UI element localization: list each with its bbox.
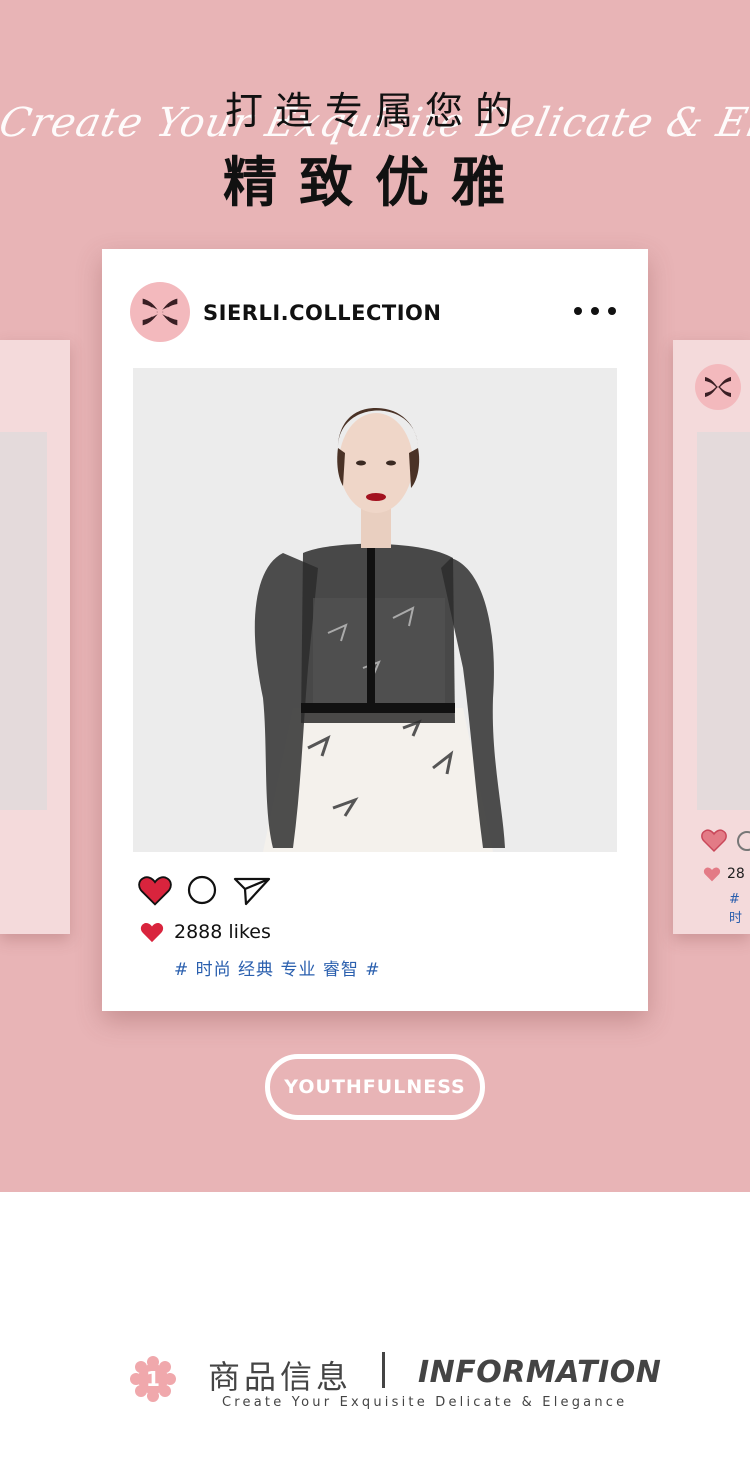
info-subtitle: Create Your Exquisite Delicate & Eleganc…: [222, 1395, 628, 1410]
profile-avatar[interactable]: [130, 282, 190, 342]
logo-icon: [142, 298, 178, 326]
profile-username[interactable]: SIERLI.COLLECTION: [203, 301, 441, 325]
youthfulness-button[interactable]: YOUTHFULNESS: [265, 1054, 485, 1120]
info-divider: [382, 1352, 385, 1388]
side-card-right[interactable]: 28 # 时: [673, 340, 750, 934]
post-card: SIERLI.COLLECTION 2888 likes # 时尚 经典 专业 …: [102, 249, 648, 1011]
logo-icon: [705, 377, 731, 397]
flower-badge-icon: 1: [130, 1356, 176, 1402]
info-title-en: INFORMATION: [418, 1355, 662, 1390]
post-hashtags[interactable]: # 时尚 经典 专业 睿智 #: [174, 955, 381, 980]
side-card-hashtag: # 时: [729, 892, 743, 926]
likes-count: 2888 likes: [174, 921, 271, 943]
hero-banner: Create Your Exquisite Delicate & Eleganc…: [0, 0, 750, 1192]
hero-title-line1: 打造专属您的: [224, 89, 525, 133]
heart-small-icon: [140, 923, 164, 943]
side-card-left-photo: [0, 432, 47, 810]
heart-filled-icon[interactable]: [138, 874, 172, 906]
side-card-avatar: [695, 364, 741, 410]
side-card-right-photo: [697, 432, 750, 810]
send-icon[interactable]: [232, 874, 272, 906]
post-actions: [138, 874, 272, 906]
side-card-likes: 28: [703, 866, 745, 882]
info-section-header: 1 商品信息 INFORMATION Create Your Exquisite…: [0, 1340, 750, 1420]
product-photo: [133, 368, 617, 852]
side-card-left[interactable]: [0, 340, 70, 934]
info-title-cn: 商品信息: [208, 1358, 353, 1396]
hero-title-line2: 精致优雅: [223, 151, 527, 214]
more-options-icon[interactable]: [574, 301, 616, 321]
comment-icon[interactable]: [186, 874, 218, 906]
heart-filled-icon: [703, 867, 721, 882]
heart-icon: [701, 829, 727, 853]
comment-icon: [737, 831, 750, 851]
side-card-actions: [701, 828, 750, 858]
likes-row: 2888 likes: [140, 921, 271, 943]
svg-text:1: 1: [146, 1367, 160, 1391]
side-card-likes-text: 28: [727, 866, 745, 882]
